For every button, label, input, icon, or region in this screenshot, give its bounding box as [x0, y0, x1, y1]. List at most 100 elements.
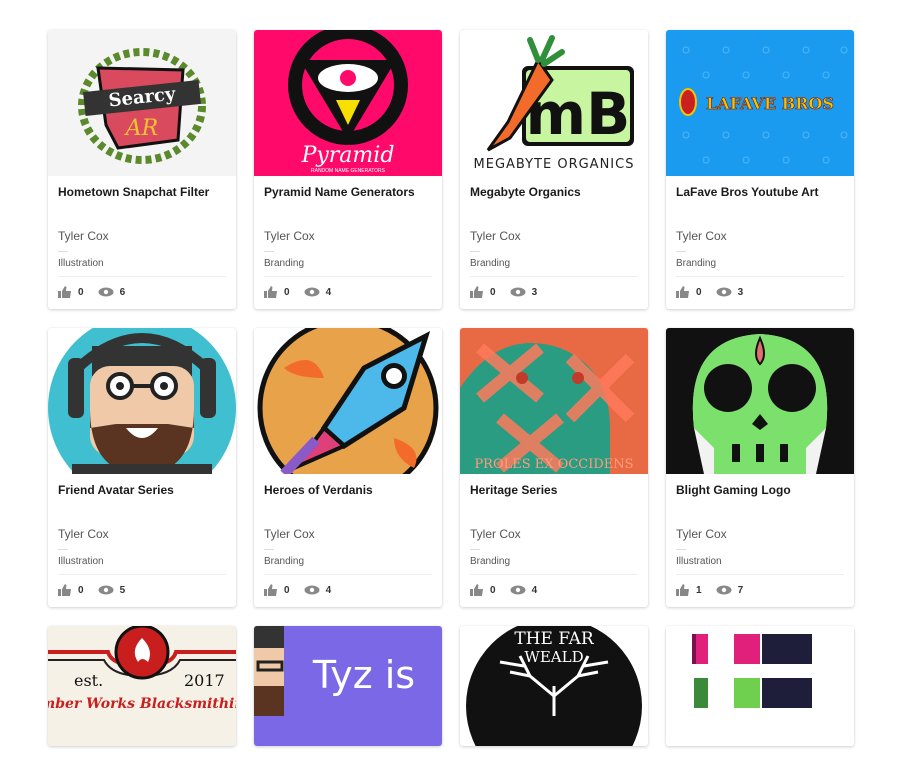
thumb-text: 2017 [184, 671, 225, 690]
project-title[interactable]: Heritage Series [470, 483, 638, 523]
project-category: Illustration [676, 556, 722, 567]
project-card[interactable]: Tyz is [254, 626, 442, 746]
project-title[interactable]: Megabyte Organics [470, 185, 638, 225]
project-category: Branding [264, 258, 305, 269]
like-count: 1 [696, 584, 702, 596]
project-thumbnail[interactable] [666, 328, 854, 474]
project-card[interactable]: PROLES EX OCCIDENS Heritage Series Tyler… [460, 328, 648, 607]
view-count: 5 [119, 584, 126, 596]
project-category: Illustration [58, 556, 104, 567]
project-thumbnail[interactable]: LAFAVE BROS [666, 30, 854, 176]
project-card[interactable]: Searcy AR Hometown Snapchat Filter Tyler… [48, 30, 236, 309]
project-stats: 0 3 [470, 277, 638, 307]
project-stats: 0 3 [676, 277, 844, 307]
thumb-text: est. [74, 671, 103, 690]
like-count: 0 [78, 584, 84, 596]
thumb-text: RANDOM NAME GENERATORS [311, 168, 386, 174]
project-thumbnail[interactable]: Searcy AR [48, 30, 236, 176]
thumbs-up-icon [676, 584, 690, 596]
thumb-text: WEALD [524, 648, 583, 666]
project-title[interactable]: Friend Avatar Series [58, 483, 226, 523]
view-count: 3 [737, 286, 744, 298]
thumbs-up-icon [264, 286, 278, 298]
project-thumbnail[interactable]: THE FAR WEALD [460, 626, 648, 746]
view-count: 4 [531, 584, 538, 596]
thumb-text: Tyz is [312, 653, 415, 697]
project-stats: 0 4 [264, 575, 432, 605]
separator [264, 251, 274, 252]
view-count: 4 [325, 286, 332, 298]
project-stats: 0 5 [58, 575, 226, 605]
like-count: 0 [696, 286, 702, 298]
eye-icon [510, 287, 526, 297]
view-count: 4 [325, 584, 332, 596]
separator [470, 251, 480, 252]
project-category: Branding [676, 258, 717, 269]
project-author[interactable]: Tyler Cox [264, 229, 432, 245]
project-category: Illustration [58, 258, 104, 269]
project-card[interactable]: mB MEGABYTE ORGANICS Megabyte Organics T… [460, 30, 648, 309]
project-author[interactable]: Tyler Cox [676, 229, 844, 245]
project-thumbnail[interactable]: mB MEGABYTE ORGANICS [460, 30, 648, 176]
project-card[interactable]: est. 2017 Ember Works Blacksmithing [48, 626, 236, 746]
project-category: Branding [470, 556, 511, 567]
project-thumbnail[interactable]: est. 2017 Ember Works Blacksmithing [48, 626, 236, 746]
project-stats: 0 4 [264, 277, 432, 307]
separator [676, 251, 686, 252]
project-card[interactable] [666, 626, 854, 746]
thumb-text: Pyramid [301, 143, 395, 168]
separator [58, 251, 68, 252]
eye-icon [716, 287, 732, 297]
thumbs-up-icon [676, 286, 690, 298]
eye-icon [510, 585, 526, 595]
project-title[interactable]: LaFave Bros Youtube Art [676, 185, 844, 225]
project-thumbnail[interactable]: PROLES EX OCCIDENS [460, 328, 648, 474]
like-count: 0 [78, 286, 84, 298]
project-title[interactable]: Hometown Snapchat Filter [58, 185, 226, 225]
project-title[interactable]: Blight Gaming Logo [676, 483, 844, 523]
project-title[interactable]: Heroes of Verdanis [264, 483, 432, 523]
separator [676, 549, 686, 550]
like-count: 0 [490, 584, 496, 596]
project-author[interactable]: Tyler Cox [470, 229, 638, 245]
project-thumbnail[interactable] [48, 328, 236, 474]
eye-icon [98, 585, 114, 595]
thumb-text: MEGABYTE ORGANICS [474, 157, 635, 172]
project-thumbnail[interactable] [254, 328, 442, 474]
project-category: Branding [470, 258, 511, 269]
thumb-text: THE FAR [514, 629, 595, 649]
project-card[interactable]: LAFAVE BROS LaFave Bros Youtube Art Tyle… [666, 30, 854, 309]
view-count: 3 [531, 286, 538, 298]
project-author[interactable]: Tyler Cox [58, 229, 226, 245]
project-row: Friend Avatar Series Tyler Cox Illustrat… [48, 328, 854, 607]
like-count: 0 [490, 286, 496, 298]
thumb-text: AR [124, 116, 158, 141]
project-thumbnail[interactable]: Pyramid RANDOM NAME GENERATORS [254, 30, 442, 176]
project-thumbnail[interactable]: Tyz is [254, 626, 442, 746]
thumb-text: LAFAVE BROS [706, 94, 834, 113]
like-count: 0 [284, 584, 290, 596]
project-row: est. 2017 Ember Works Blacksmithing Tyz … [48, 626, 854, 746]
thumb-text: PROLES EX OCCIDENS [474, 457, 633, 472]
thumbs-up-icon [58, 584, 72, 596]
project-card[interactable]: Friend Avatar Series Tyler Cox Illustrat… [48, 328, 236, 607]
project-author[interactable]: Tyler Cox [264, 527, 432, 543]
project-author[interactable]: Tyler Cox [58, 527, 226, 543]
thumbs-up-icon [264, 584, 278, 596]
project-card[interactable]: THE FAR WEALD [460, 626, 648, 746]
project-stats: 0 6 [58, 277, 226, 307]
project-thumbnail[interactable] [666, 626, 854, 746]
project-card[interactable]: Blight Gaming Logo Tyler Cox Illustratio… [666, 328, 854, 607]
thumbs-up-icon [470, 584, 484, 596]
project-row: Searcy AR Hometown Snapchat Filter Tyler… [48, 30, 854, 309]
project-title[interactable]: Pyramid Name Generators [264, 185, 432, 225]
view-count: 7 [737, 584, 744, 596]
project-author[interactable]: Tyler Cox [676, 527, 844, 543]
separator [470, 549, 480, 550]
eye-icon [98, 287, 114, 297]
project-card[interactable]: Heroes of Verdanis Tyler Cox Branding 0 … [254, 328, 442, 607]
project-card[interactable]: Pyramid RANDOM NAME GENERATORS Pyramid N… [254, 30, 442, 309]
project-author[interactable]: Tyler Cox [470, 527, 638, 543]
eye-icon [304, 585, 320, 595]
thumbs-up-icon [470, 286, 484, 298]
